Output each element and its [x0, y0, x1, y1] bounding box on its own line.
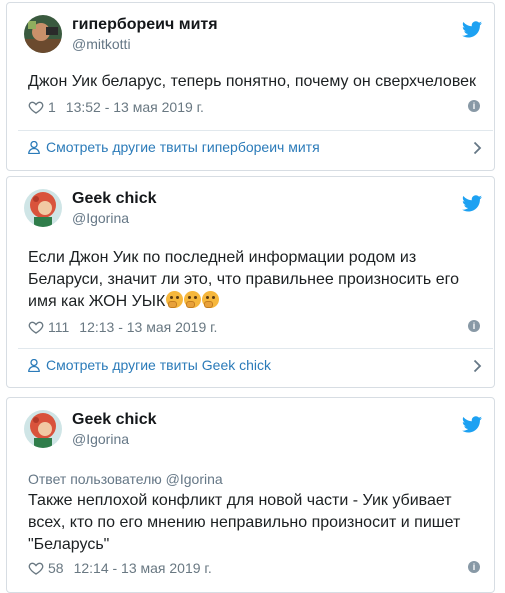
more-tweets-link[interactable]: Смотреть другие твиты Geek chick — [28, 357, 482, 377]
author-handle[interactable]: @Igorina — [72, 431, 129, 447]
author-handle[interactable]: @Igorina — [72, 210, 129, 226]
avatar[interactable] — [24, 189, 62, 227]
more-tweets-link[interactable]: Смотреть другие твиты гиперборeич митя — [28, 139, 482, 159]
tweet-meta: 58 12:14 - 13 мая 2019 г. i — [28, 560, 480, 578]
person-icon — [28, 359, 40, 372]
heart-icon[interactable] — [28, 560, 44, 576]
like-count: 111 — [48, 319, 70, 335]
more-tweets-label: Смотреть другие твиты гиперборeич митя — [46, 139, 320, 155]
tweet-text: Также неплохой конфликт для новой части … — [28, 492, 461, 553]
heart-icon[interactable] — [28, 319, 44, 335]
tweet-meta: 111 12:13 - 13 мая 2019 г. i — [28, 319, 480, 337]
avatar[interactable] — [24, 15, 62, 53]
tweet-text: Если Джон Уик по последней информации ро… — [28, 247, 478, 313]
tweet-meta: 1 13:52 - 13 мая 2019 г. i — [28, 99, 480, 117]
tweet-card[interactable]: Geek chick @Igorina Ответ пользователю @… — [6, 397, 495, 593]
timestamp[interactable]: 12:13 - 13 мая 2019 г. — [79, 319, 217, 335]
twitter-bird-icon[interactable] — [462, 195, 482, 212]
reply-to-label[interactable]: Ответ пользователю @Igorina — [28, 471, 223, 487]
thinking-face-emoji — [184, 291, 202, 308]
author-handle[interactable]: @mitkotti — [72, 36, 131, 52]
like-count: 58 — [48, 560, 64, 576]
tweet-text-body: Если Джон Уик по последней информации ро… — [28, 249, 459, 310]
heart-icon[interactable] — [28, 99, 44, 115]
person-icon — [28, 141, 40, 154]
more-tweets-label: Смотреть другие твиты Geek chick — [46, 357, 272, 373]
tweet-text: Джон Уик беларус, теперь понятно, почему… — [28, 73, 477, 90]
twitter-bird-icon[interactable] — [462, 416, 482, 433]
thinking-face-emoji — [202, 291, 220, 308]
info-icon[interactable]: i — [468, 100, 480, 112]
info-icon[interactable]: i — [468, 561, 480, 573]
info-icon[interactable]: i — [468, 320, 480, 332]
chevron-right-icon — [473, 141, 482, 155]
divider — [18, 348, 493, 349]
tweet-card[interactable]: Geek chick @Igorina Если Джон Уик по пос… — [6, 176, 495, 388]
timestamp[interactable]: 13:52 - 13 мая 2019 г. — [66, 99, 204, 115]
timestamp[interactable]: 12:14 - 13 мая 2019 г. — [74, 560, 212, 576]
thinking-face-emoji — [166, 291, 184, 308]
avatar[interactable] — [24, 410, 62, 448]
twitter-bird-icon[interactable] — [462, 21, 482, 38]
author-name[interactable]: гиперборeич митя — [72, 16, 218, 34]
chevron-right-icon — [473, 359, 482, 373]
divider — [18, 130, 493, 131]
like-count: 1 — [48, 99, 56, 115]
author-name[interactable]: Geek chick — [72, 411, 157, 429]
tweet-card[interactable]: гиперборeич митя @mitkotti Джон Уик бела… — [6, 2, 495, 171]
author-name[interactable]: Geek chick — [72, 190, 157, 208]
